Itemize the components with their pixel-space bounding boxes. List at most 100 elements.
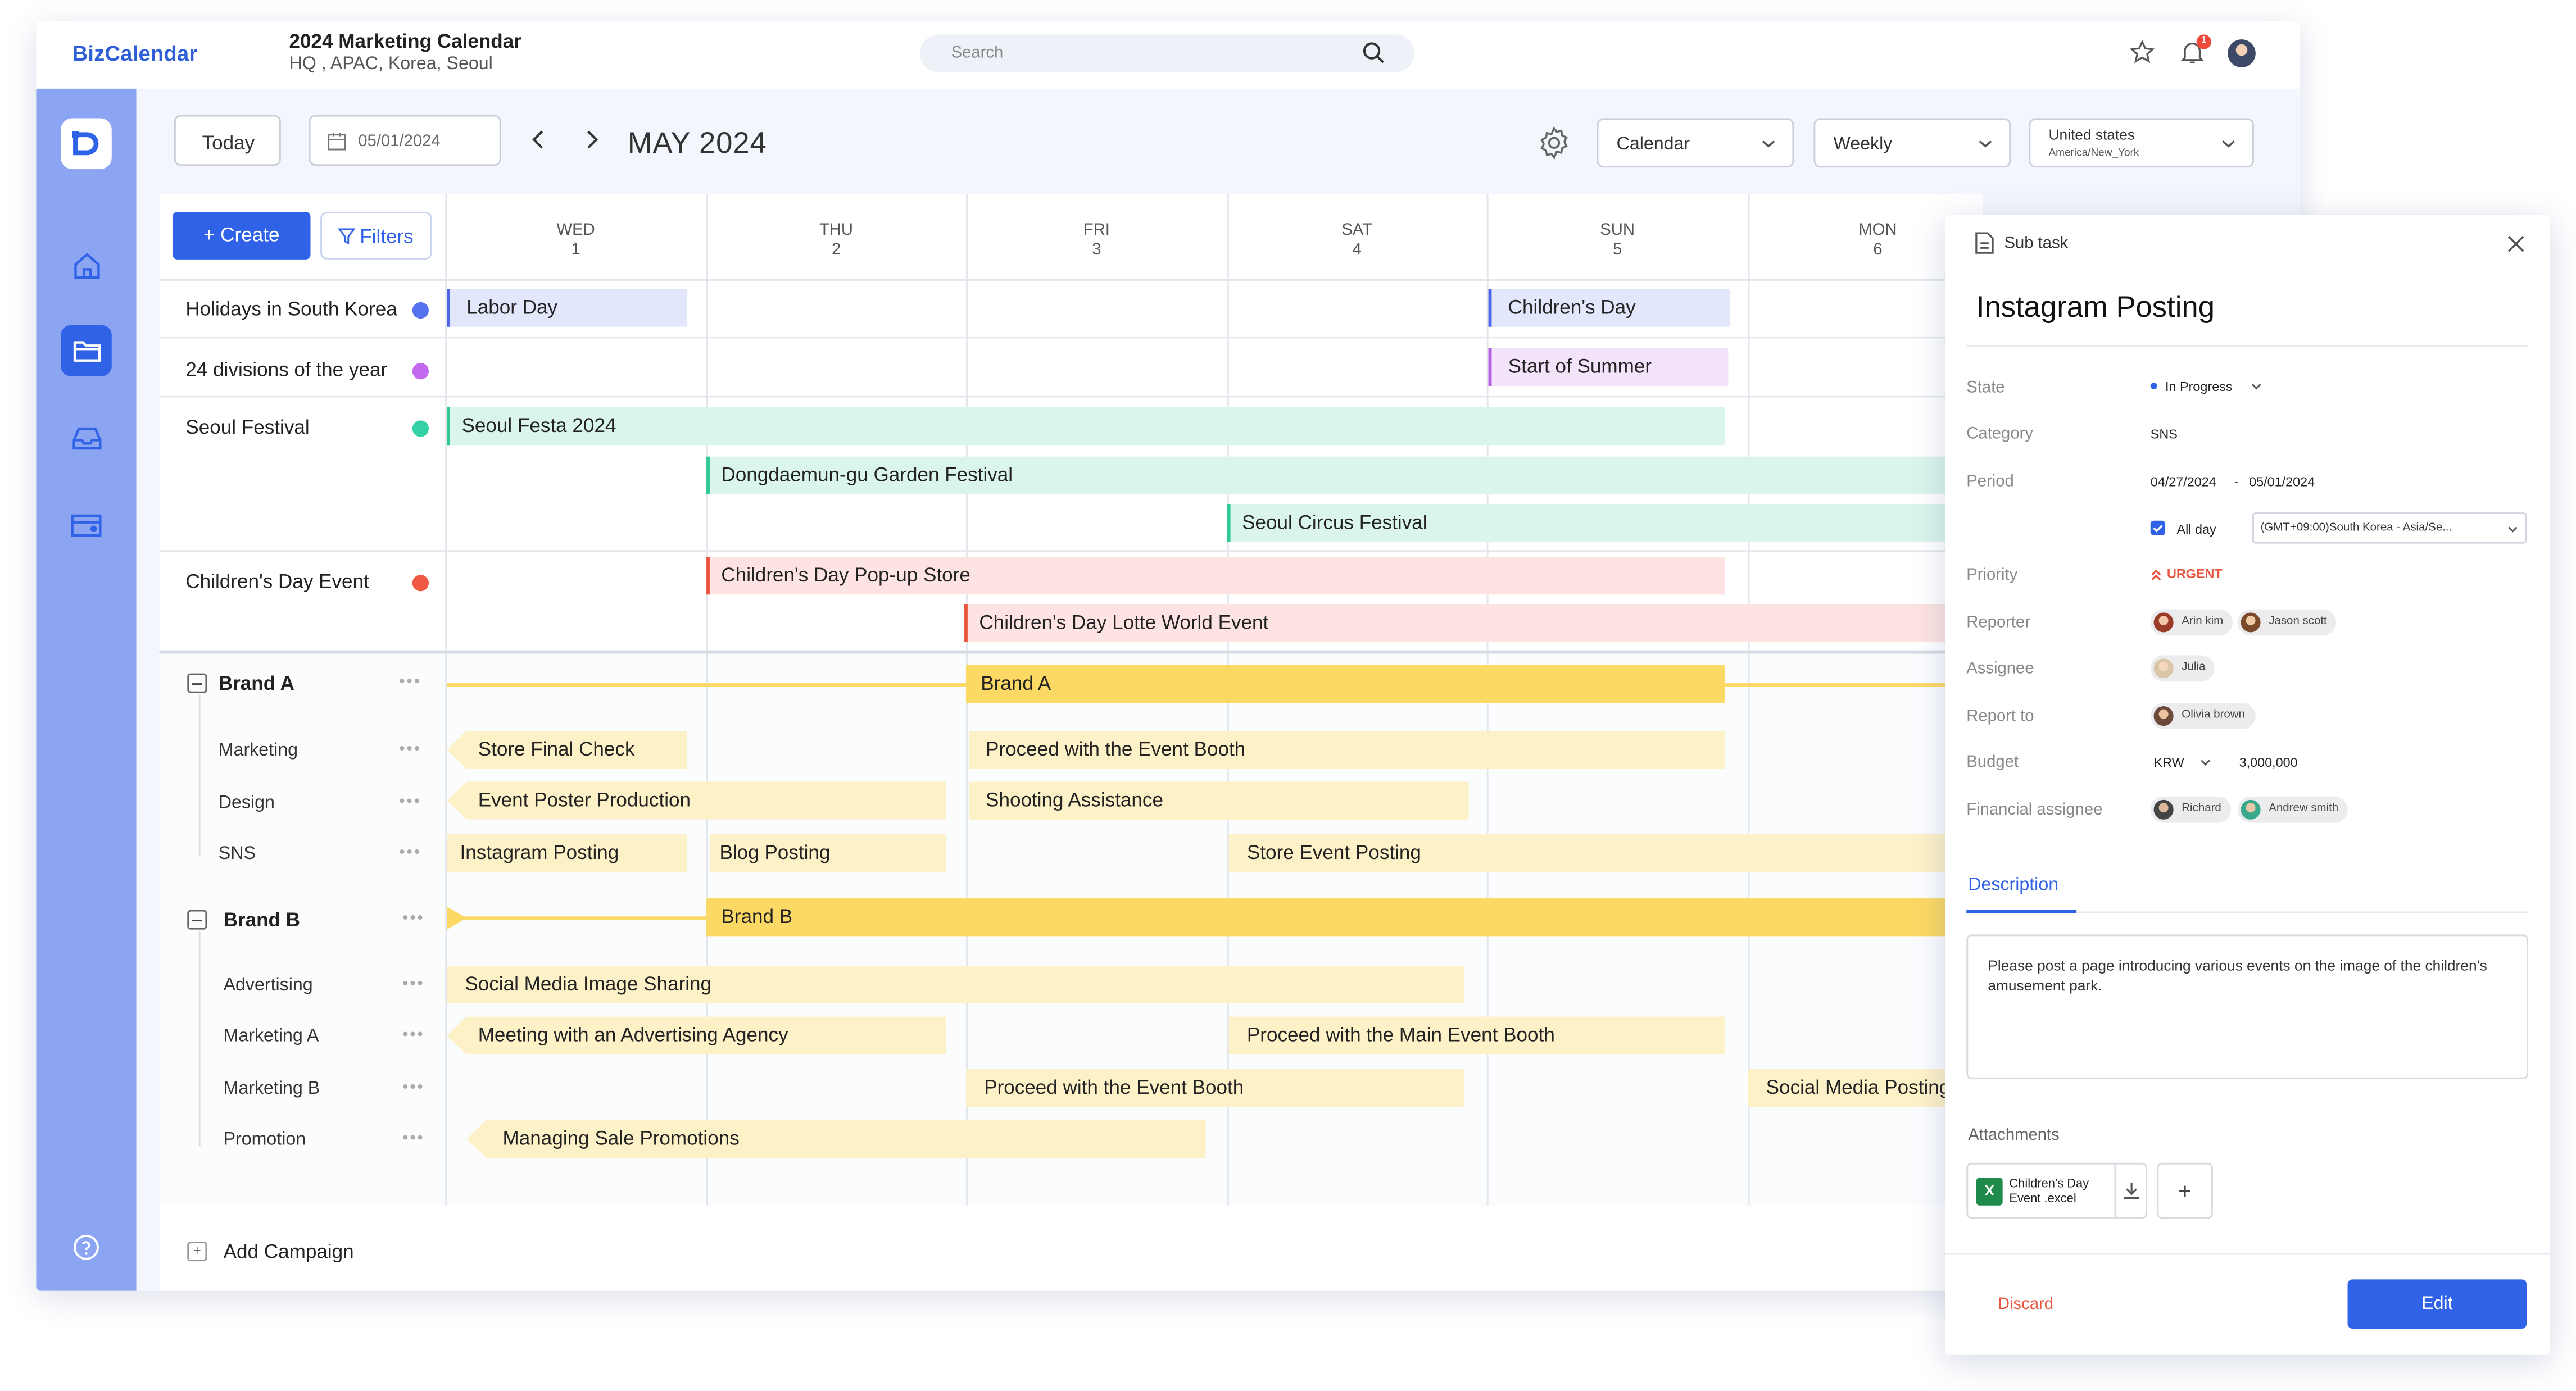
row-label[interactable]: Marketing A — [224, 1026, 319, 1046]
star-icon[interactable] — [2129, 39, 2156, 66]
app-mark-icon[interactable] — [61, 118, 112, 170]
reporter-chip[interactable]: Jason scott — [2237, 609, 2337, 636]
search-input[interactable]: Search — [920, 34, 1415, 72]
row-label[interactable]: Advertising — [224, 975, 313, 995]
view-select[interactable]: Calendar — [1597, 118, 1794, 168]
task-title[interactable]: Instagram Posting — [1976, 290, 2215, 325]
more-icon[interactable]: ••• — [399, 844, 421, 862]
event-lotte-world[interactable]: Children's Day Lotte World Event — [964, 604, 1983, 643]
prev-week-icon[interactable] — [530, 130, 547, 149]
calendar-name[interactable]: Children's Day Event — [185, 570, 369, 593]
assignee-chip[interactable]: Julia — [2150, 655, 2215, 682]
app-logo[interactable]: BizCalendar — [72, 41, 198, 66]
help-icon[interactable] — [61, 1222, 112, 1273]
more-icon[interactable]: ••• — [399, 793, 421, 811]
task-meeting-agency[interactable]: Meeting with an Advertising Agency — [447, 1016, 946, 1054]
task-shooting-assistance[interactable]: Shooting Assistance — [969, 781, 1469, 820]
task-instagram-posting[interactable]: Instagram Posting — [447, 834, 687, 872]
attachment-item[interactable]: X Children's Day Event .excel — [1966, 1162, 2147, 1219]
timezone-dropdown[interactable]: (GMT+09:00)South Korea - Asia/Se... — [2252, 512, 2527, 544]
task-store-final-check[interactable]: Store Final Check — [447, 730, 687, 769]
task-sale-promotions[interactable]: Managing Sale Promotions — [466, 1120, 1206, 1158]
description-textarea[interactable]: Please post a page introducing various e… — [1966, 934, 2529, 1079]
more-icon[interactable]: ••• — [402, 975, 425, 993]
row-label[interactable]: SNS — [219, 844, 256, 864]
task-event-poster[interactable]: Event Poster Production — [447, 781, 946, 820]
row-label[interactable]: Promotion — [224, 1130, 306, 1149]
folder-icon[interactable] — [61, 325, 112, 376]
day-header[interactable]: SAT 4 — [1227, 194, 1487, 279]
all-day-checkbox[interactable] — [2150, 520, 2166, 536]
row-label[interactable]: Marketing B — [224, 1079, 320, 1099]
download-icon[interactable] — [2123, 1181, 2140, 1201]
event-childrens-day[interactable]: Children's Day — [1488, 289, 1730, 327]
edit-button[interactable]: Edit — [2347, 1279, 2527, 1329]
search-icon[interactable] — [1362, 41, 1385, 64]
more-icon[interactable]: ••• — [402, 910, 425, 928]
financial-assignee-chip[interactable]: Andrew smith — [2237, 796, 2348, 823]
task-blog-posting[interactable]: Blog Posting — [709, 834, 946, 872]
more-icon[interactable]: ••• — [402, 1130, 425, 1148]
event-seoul-festa[interactable]: Seoul Festa 2024 — [447, 407, 1725, 446]
chevron-down-icon[interactable] — [2251, 381, 2262, 392]
event-labor-day[interactable]: Labor Day — [447, 289, 687, 327]
report-to-chip[interactable]: Olivia brown — [2150, 703, 2255, 729]
add-campaign-icon[interactable]: + — [187, 1242, 207, 1262]
reporter-chip[interactable]: Arin kim — [2150, 609, 2233, 636]
inbox-icon[interactable] — [61, 412, 112, 463]
day-header[interactable]: SUN 5 — [1487, 194, 1748, 279]
today-button[interactable]: Today — [174, 115, 281, 166]
add-attachment-button[interactable]: + — [2157, 1162, 2213, 1219]
day-header[interactable]: FRI 3 — [966, 194, 1227, 279]
task-main-event-booth[interactable]: Proceed with the Main Event Booth — [1228, 1016, 1725, 1054]
financial-assignee-chip[interactable]: Richard — [2150, 796, 2232, 823]
event-start-of-summer[interactable]: Start of Summer — [1488, 348, 1729, 386]
brand-b-bar[interactable]: Brand B — [706, 898, 1983, 937]
task-event-booth[interactable]: Proceed with the Event Booth — [965, 1069, 1464, 1107]
collapse-icon[interactable] — [187, 673, 207, 693]
close-icon[interactable] — [2507, 235, 2525, 253]
category-value[interactable]: SNS — [2151, 427, 2178, 442]
state-value[interactable]: In Progress — [2165, 379, 2233, 394]
timezone-select[interactable]: United states America/New_York — [2029, 118, 2254, 168]
home-icon[interactable] — [61, 240, 112, 291]
calendar-name[interactable]: 24 divisions of the year — [185, 358, 387, 381]
calendar-name[interactable]: Seoul Festival — [185, 416, 309, 439]
date-picker[interactable]: 05/01/2024 — [309, 115, 501, 166]
settings-gear-icon[interactable] — [1536, 125, 1572, 161]
row-label[interactable]: Design — [219, 793, 275, 813]
more-icon[interactable]: ••• — [402, 1079, 425, 1097]
add-campaign-button[interactable]: Add Campaign — [224, 1240, 354, 1263]
filters-button[interactable]: Filters — [320, 212, 432, 260]
next-week-icon[interactable] — [583, 130, 600, 149]
period-start[interactable]: 04/27/2024 — [2151, 475, 2216, 489]
task-proceed-event-booth[interactable]: Proceed with the Event Booth — [969, 730, 1725, 769]
more-icon[interactable]: ••• — [402, 1026, 425, 1044]
task-social-image-sharing[interactable]: Social Media Image Sharing — [447, 965, 1464, 1004]
collapse-icon[interactable] — [187, 910, 207, 930]
more-icon[interactable]: ••• — [399, 674, 421, 692]
day-header[interactable]: WED 1 — [445, 194, 706, 279]
brand-a-bar[interactable]: Brand A — [965, 665, 1725, 703]
row-label[interactable]: Marketing — [219, 740, 298, 760]
more-icon[interactable]: ••• — [399, 740, 421, 758]
calendar-name[interactable]: Holidays in South Korea — [185, 297, 397, 320]
period-end[interactable]: 05/01/2024 — [2249, 475, 2315, 489]
discard-button[interactable]: Discard — [1998, 1296, 2053, 1314]
currency-select[interactable]: KRW — [2154, 756, 2184, 770]
priority-value[interactable]: URGENT — [2167, 567, 2223, 581]
event-seoul-circus[interactable]: Seoul Circus Festival — [1227, 504, 1983, 542]
brand-b-label[interactable]: Brand B — [224, 908, 300, 931]
range-select[interactable]: Weekly — [1813, 118, 2011, 168]
event-popup-store[interactable]: Children's Day Pop-up Store — [706, 557, 1725, 595]
user-avatar[interactable] — [2228, 39, 2256, 67]
create-button[interactable]: + Create — [172, 212, 311, 260]
budget-value[interactable]: 3,000,000 — [2239, 756, 2298, 770]
chevron-down-icon[interactable] — [2199, 757, 2211, 769]
task-store-event-posting[interactable]: Store Event Posting — [1228, 834, 1983, 872]
brand-a-label[interactable]: Brand A — [219, 672, 294, 695]
event-dongdaemun-festival[interactable]: Dongdaemun-gu Garden Festival — [706, 456, 1983, 494]
day-header[interactable]: THU 2 — [706, 194, 966, 279]
calendar-settings-icon[interactable] — [61, 499, 112, 551]
tab-description[interactable]: Description — [1968, 875, 2058, 895]
